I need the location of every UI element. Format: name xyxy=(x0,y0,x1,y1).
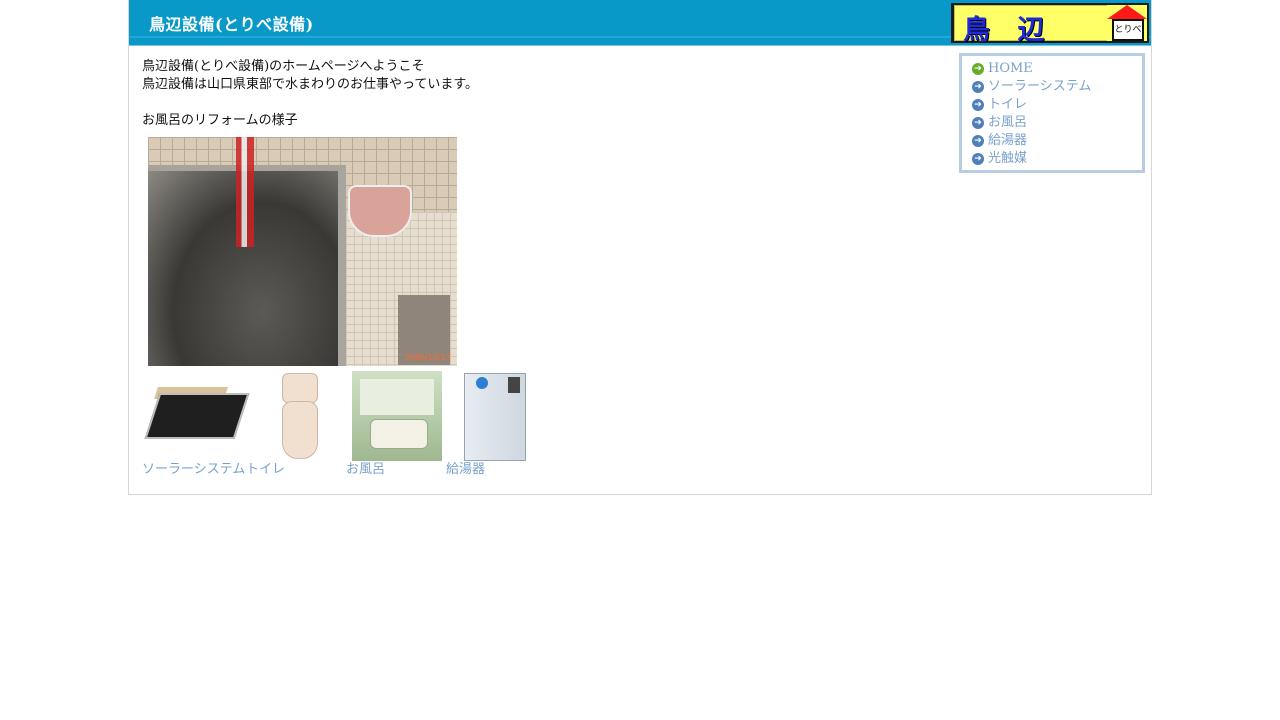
page-container: 鳥辺設備(とりべ設備) 鳥 辺 設 備 とりべ 鳥辺設備(とりべ設備)のホームペ… xyxy=(128,0,1152,495)
arrow-right-icon: ➔ xyxy=(972,81,984,93)
nav-item-bath[interactable]: ➔ お風呂 xyxy=(971,114,1142,132)
bathroom-tub xyxy=(370,419,428,449)
nav-item-home[interactable]: ➔ HOME xyxy=(971,60,1142,78)
nav-label: ソーラーシステム xyxy=(988,79,1092,94)
solar-panel xyxy=(144,393,250,439)
toilet-image[interactable] xyxy=(268,371,328,461)
heater-logo xyxy=(476,377,488,389)
welcome-line: 鳥辺設備(とりべ設備)のホームページへようこそ xyxy=(142,59,425,74)
nav-label: トイレ xyxy=(988,97,1028,112)
logo-house-text: とりべ xyxy=(1112,19,1144,41)
thumb-link-toilet[interactable]: トイレ xyxy=(246,461,285,479)
nav-item-photocatalyst[interactable]: ➔ 光触媒 xyxy=(971,150,1142,168)
nav-label: HOME xyxy=(988,61,1033,76)
bath-reform-photo: 2006/10/17 xyxy=(148,137,457,366)
nav-label: お風呂 xyxy=(988,115,1028,130)
house-icon: とりべ xyxy=(1107,5,1147,41)
roof-icon xyxy=(1107,5,1147,19)
thumb-link-heater[interactable]: 給湯器 xyxy=(446,461,485,479)
nav-item-solar[interactable]: ➔ ソーラーシステム xyxy=(971,78,1142,96)
product-thumbnails: ソーラーシステム トイレ お風呂 給湯器 xyxy=(142,371,542,481)
thumb-link-bath[interactable]: お風呂 xyxy=(346,461,385,479)
toilet-bowl xyxy=(282,401,318,459)
bathroom-wall xyxy=(360,379,434,415)
arrow-right-icon: ➔ xyxy=(972,135,984,147)
photo-datestamp: 2006/10/17 xyxy=(404,353,451,362)
arrow-right-icon: ➔ xyxy=(972,153,984,165)
bathroom-image[interactable] xyxy=(352,371,442,461)
logo-text-box: 鳥 辺 設 備 xyxy=(954,5,1108,85)
section-title: お風呂のリフォームの様子 xyxy=(142,113,298,128)
about-line: 鳥辺設備は山口県東部で水まわりのお仕事やっています。 xyxy=(142,77,479,92)
thumb-link-solar[interactable]: ソーラーシステム xyxy=(142,461,245,479)
nav-list: ➔ HOME ➔ ソーラーシステム ➔ トイレ ➔ お風呂 ➔ 給湯器 ➔ 光触媒 xyxy=(962,56,1142,168)
site-logo[interactable]: 鳥 辺 設 備 とりべ xyxy=(951,3,1149,85)
main-content: 鳥辺設備(とりべ設備)のホームページへようこそ 鳥辺設備は山口県東部で水まわりの… xyxy=(142,58,902,130)
site-title: 鳥辺設備(とりべ設備) xyxy=(149,15,314,34)
water-heater-image[interactable] xyxy=(464,371,526,461)
arrow-right-icon: ➔ xyxy=(972,117,984,129)
arrow-right-icon: ➔ xyxy=(972,99,984,111)
toilet-tank xyxy=(282,373,318,403)
solar-panel-image[interactable] xyxy=(144,371,250,461)
pink-pot xyxy=(348,185,412,237)
nav-label: 光触媒 xyxy=(988,151,1028,166)
nav-item-toilet[interactable]: ➔ トイレ xyxy=(971,96,1142,114)
arrow-right-icon: ➔ xyxy=(972,63,984,75)
heater-display xyxy=(508,377,520,393)
nav-label: 給湯器 xyxy=(988,133,1028,148)
side-navigation: ➔ HOME ➔ ソーラーシステム ➔ トイレ ➔ お風呂 ➔ 給湯器 ➔ 光触媒 xyxy=(959,53,1145,173)
pipe xyxy=(236,137,254,247)
nav-item-heater[interactable]: ➔ 給湯器 xyxy=(971,132,1142,150)
site-header: 鳥辺設備(とりべ設備) 鳥 辺 設 備 とりべ xyxy=(129,0,1151,85)
